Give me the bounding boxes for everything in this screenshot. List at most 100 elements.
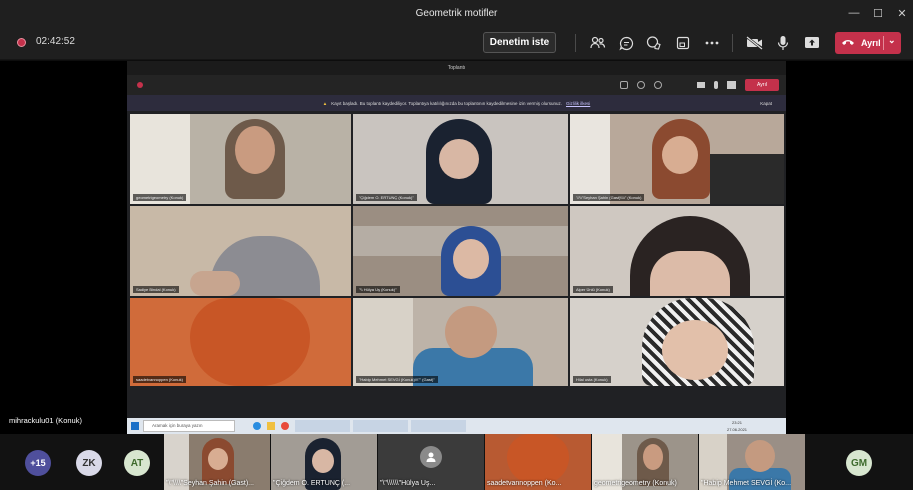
person-face [439, 139, 479, 179]
inner-reactions-icon [654, 81, 662, 89]
participant-avatar[interactable]: GM [846, 450, 872, 476]
camera-off-icon[interactable] [745, 33, 765, 53]
taskbar-app [411, 420, 466, 432]
inner-camera-icon [697, 82, 705, 88]
participant-video[interactable]: "Habip Mehmet SEVGİ (Ko... [699, 434, 805, 490]
participant-avatar[interactable]: ZK [76, 450, 102, 476]
tile-label: "Çiğdem O. ERTUNÇ (Konuk)" [356, 194, 417, 201]
tile-label: "Habip Mehmet SEVGİ (Konuk)\\\"" (Gast)" [356, 376, 438, 383]
participant-avatar[interactable]: AT [124, 450, 150, 476]
leave-label: Ayrıl [861, 38, 881, 48]
taskbar-search-box: Aramak için buraya yazın [143, 420, 235, 432]
more-options-icon[interactable] [702, 33, 722, 53]
user-placeholder-icon [420, 446, 442, 468]
breakout-rooms-icon[interactable] [673, 33, 693, 53]
bookshelf [130, 114, 190, 204]
minimize-button[interactable]: — [841, 0, 867, 26]
maximize-button[interactable]: ☐ [865, 0, 891, 26]
edge-icon [253, 422, 261, 430]
tile-label: "\\ Hülya Uş (Konuk)" [356, 286, 400, 293]
banner-close: Kapat [760, 100, 772, 106]
leave-button[interactable]: Ayrıl ⌄ [835, 32, 901, 54]
chrome-icon [281, 422, 289, 430]
tile-label: Hilal usta (Konuk) [573, 376, 611, 383]
inner-recording-icon [137, 82, 143, 88]
participant-video[interactable]: "\"\\\\\\"Hülya Uş... [378, 434, 484, 490]
share-screen-icon[interactable] [802, 33, 822, 53]
shelf [570, 114, 610, 204]
inner-people-icon [620, 81, 628, 89]
recording-banner-text: Kayıt başladı. Bu toplantı kaydediliyor.… [331, 100, 562, 106]
person-face [190, 271, 240, 296]
taskbar-search-text: Aramak için buraya yazın [152, 423, 203, 428]
person-face [662, 320, 728, 380]
participant-gallery: +15 ZK AT "\"\\\\"Seyhan Şahin (Gast)...… [0, 434, 913, 490]
warning-icon: ▲ [322, 100, 328, 106]
person-face [507, 434, 569, 484]
explorer-icon [267, 422, 275, 430]
participant-tile: "Çiğdem O. ERTUNÇ (Konuk)" [353, 114, 568, 204]
meeting-timer: 02:42:52 [36, 36, 75, 47]
overflow-participants-button[interactable]: +15 [25, 450, 51, 476]
participant-video[interactable]: geometrigeometry (Konuk) [592, 434, 698, 490]
person-face [190, 298, 310, 386]
request-control-button[interactable]: Denetim iste [483, 32, 556, 53]
participant-video[interactable]: saadetvannoppen (Ko... [485, 434, 591, 490]
taskbar-app [353, 420, 408, 432]
people-icon[interactable] [588, 33, 608, 53]
chevron-down-icon[interactable]: ⌄ [888, 35, 896, 46]
leave-divider [883, 36, 884, 50]
shared-taskbar: Aramak için buraya yazın 23:21 27.06.202… [127, 418, 786, 434]
participant-video[interactable]: "\"\\\\"Seyhan Şahin (Gast)... [164, 434, 270, 490]
recording-banner: ▲ Kayıt başladı. Bu toplantı kaydediliyo… [127, 95, 786, 111]
taskbar-clock: 23:21 27.06.2021 [727, 420, 748, 432]
shared-screen: Toplantı Ayrıl ▲ Kayıt başladı. Bu topla… [127, 61, 786, 434]
recording-indicator-icon [17, 38, 26, 47]
person-face [650, 251, 730, 296]
reactions-icon[interactable] [644, 33, 664, 53]
inner-mic-icon [714, 81, 718, 89]
microphone-icon[interactable] [773, 33, 793, 53]
taskbar-app [295, 420, 350, 432]
phone-hangup-icon [841, 38, 855, 48]
participant-tile: Sadiye Bindal (Konuk) [130, 206, 351, 296]
tile-label: geometrigeometry (Konuk) [133, 194, 187, 201]
toolbar-divider [575, 34, 576, 52]
participant-video[interactable]: "Çiğdem O. ERTUNÇ (... [271, 434, 377, 490]
person-face [745, 440, 775, 472]
person-face [662, 136, 698, 174]
window-title: Geometrik motifler [415, 7, 498, 19]
person-face [312, 449, 334, 473]
monitor [710, 154, 784, 204]
participant-name: "Çiğdem O. ERTUNÇ (... [273, 480, 351, 487]
participant-tile: "\\ Hülya Uş (Konuk)" [353, 206, 568, 296]
door [353, 298, 413, 386]
privacy-link: Gizlilik ilkesi [566, 100, 591, 106]
person-face [643, 444, 663, 470]
participant-tile: Hilal usta (Konuk) [570, 298, 784, 386]
window-titlebar: Geometrik motifler [0, 0, 913, 26]
close-button[interactable]: ✕ [889, 0, 913, 26]
participant-name: "Habip Mehmet SEVGİ (Ko... [701, 480, 792, 487]
participant-name: "\"\\\\\\"Hülya Uş... [380, 480, 436, 487]
inner-share-icon [727, 81, 736, 89]
participant-tile: "Habip Mehmet SEVGİ (Konuk)\\\"" (Gast)" [353, 298, 568, 386]
participant-tile: geometrigeometry (Konuk) [130, 114, 351, 204]
inner-leave-button: Ayrıl [745, 79, 779, 91]
windows-start-icon [131, 422, 139, 430]
participant-name: geometrigeometry (Konuk) [594, 480, 677, 487]
person-face [453, 239, 489, 279]
inner-window-title: Toplantı [127, 61, 786, 75]
content-stage: Toplantı Ayrıl ▲ Kayıt başladı. Bu topla… [0, 61, 913, 434]
tile-label: Sadiye Bindal (Konuk) [133, 286, 179, 293]
person-face [445, 306, 497, 358]
tile-label: saadetvannoppen (Konuk) [133, 376, 186, 383]
participant-tile: "//\\"Seyhan Şahin (Gast)\\\\" (Konuk) [570, 114, 784, 204]
tile-label: "//\\"Seyhan Şahin (Gast)\\\\" (Konuk) [573, 194, 645, 201]
chat-icon[interactable] [616, 33, 636, 53]
participant-name: saadetvannoppen (Ko... [487, 480, 562, 487]
participant-tile: Alper Ünlü (Konuk) [570, 206, 784, 296]
participant-tile: saadetvannoppen (Konuk) [130, 298, 351, 386]
tile-label: Alper Ünlü (Konuk) [573, 286, 613, 293]
meeting-toolbar: 02:42:52 Denetim iste Ayrıl ⌄ [0, 26, 913, 60]
